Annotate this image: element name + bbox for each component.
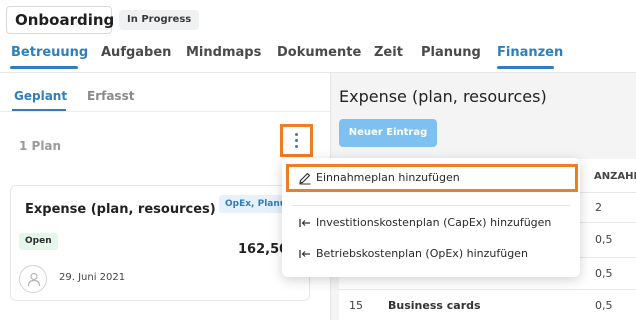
plan-date: 29. Juni 2021 [59, 272, 126, 283]
menu-divider [292, 205, 570, 206]
row-divider [339, 289, 636, 290]
row-name[interactable]: Business cards [388, 299, 481, 312]
new-entry-button[interactable]: Neuer Eintrag [339, 119, 437, 147]
tab-betreuung-underline [10, 66, 78, 69]
tab-aufgaben[interactable]: Aufgaben [101, 45, 171, 60]
import-icon [299, 250, 310, 258]
menu-item-add-capex-plan[interactable]: Investitionskostenplan (CapEx) hinzufüge… [292, 211, 570, 235]
title-box[interactable]: Onboarding [6, 6, 115, 34]
plan-count: 1 Plan [19, 139, 62, 153]
plan-amount: 162,50 [238, 242, 289, 257]
plans-panel: Geplant Erfasst 1 Plan Expense (plan, re… [0, 73, 330, 320]
plan-card[interactable]: Expense (plan, resources) OpEx, Planu Op… [10, 185, 310, 301]
import-icon [299, 219, 310, 227]
tab-finanzen-underline [497, 66, 554, 69]
tab-mindmaps[interactable]: Mindmaps [186, 45, 261, 60]
tab-dokumente[interactable]: Dokumente [277, 45, 361, 60]
row-quantity: 0,5 [595, 299, 613, 312]
subtab-divider [0, 111, 330, 112]
menu-highlight-box [286, 164, 578, 192]
plan-status-badge: Open [19, 233, 58, 250]
tab-betreuung[interactable]: Betreuung [11, 45, 88, 60]
user-icon [27, 272, 41, 287]
menu-item-label: Investitionskostenplan (CapEx) hinzufüge… [316, 216, 552, 229]
tab-planung[interactable]: Planung [421, 45, 481, 60]
column-header-quantity: ANZAHL [594, 171, 636, 182]
row-quantity: 0,5 [595, 233, 613, 246]
menu-item-add-opex-plan[interactable]: Betriebskostenplan (OpEx) hinzufügen [292, 242, 570, 266]
detail-title: Expense (plan, resources) [339, 87, 547, 106]
row-quantity: 2 [595, 201, 602, 214]
app-header: Onboarding In Progress Betreuung Aufgabe… [0, 0, 636, 80]
plan-options-menu: Einnahmeplan hinzufügen Investitionskost… [282, 158, 580, 277]
page-title: Onboarding [15, 11, 115, 29]
row-quantity: 0,5 [595, 267, 613, 280]
subtab-geplant[interactable]: Geplant [14, 89, 67, 103]
tab-zeit[interactable]: Zeit [374, 45, 403, 60]
plan-card-title: Expense (plan, resources) [25, 202, 216, 217]
row-number: 15 [349, 299, 363, 312]
subtab-erfasst[interactable]: Erfasst [87, 89, 134, 103]
kebab-highlight-box [280, 124, 313, 157]
avatar[interactable] [19, 265, 47, 293]
tab-finanzen[interactable]: Finanzen [497, 45, 563, 60]
menu-item-label: Betriebskostenplan (OpEx) hinzufügen [316, 247, 528, 260]
status-badge: In Progress [119, 10, 200, 30]
